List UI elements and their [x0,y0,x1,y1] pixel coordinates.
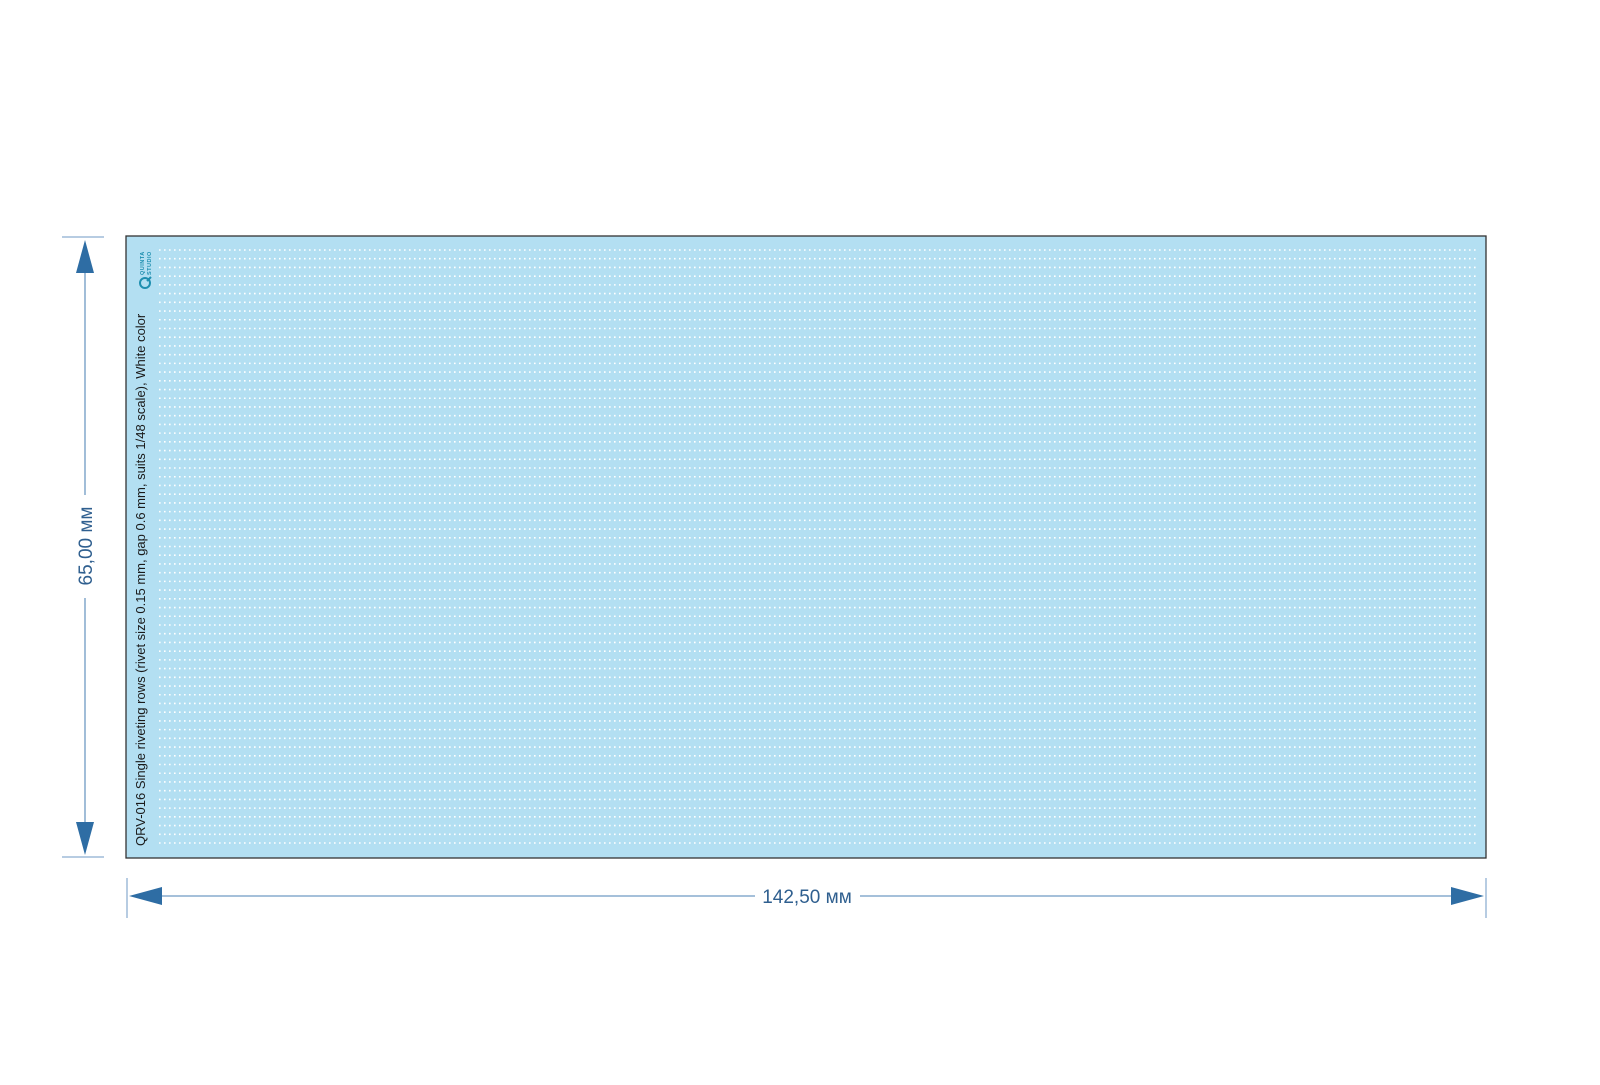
sheet-caption: QRV-016 Single riveting rows (rivet size… [133,313,148,846]
height-label: 65,00 мм [76,507,97,586]
arrow-left-icon [129,887,162,905]
arrow-up-icon [76,240,94,273]
logo-line-1: QUINTA [140,251,146,275]
height-dimension: 65,00 мм [62,236,104,858]
width-dimension: 142,50 мм [126,878,1487,918]
arrow-right-icon [1451,887,1484,905]
arrow-down-icon [76,822,94,855]
width-label: 142,50 мм [762,887,852,908]
decal-dimension-drawing: QRV-016 Single riveting rows (rivet size… [62,235,1487,918]
logo-line-2: STUDIO [147,251,153,275]
